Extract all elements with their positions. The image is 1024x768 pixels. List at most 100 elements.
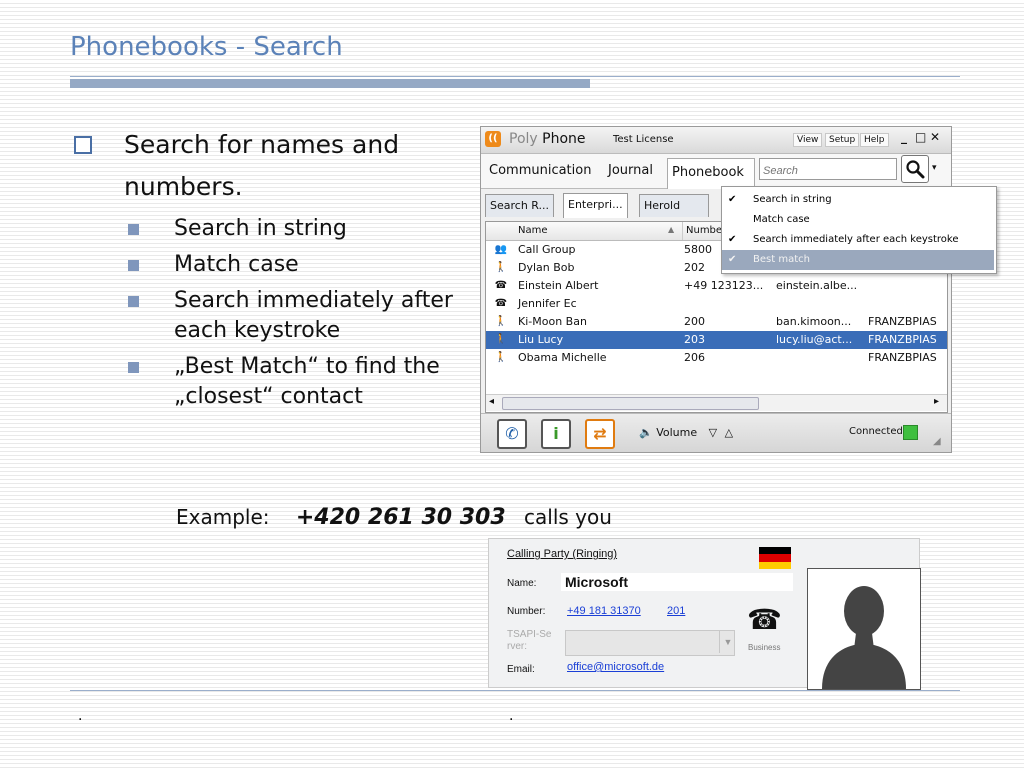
window-titlebar: (( Poly Phone Test License View Setup He… [481,127,951,154]
scroll-left-icon[interactable]: ◂ [489,396,494,407]
volume-up-icon[interactable]: △ [725,426,733,439]
cell-name: Obama Michelle [518,351,607,364]
info-button[interactable]: i [541,419,571,449]
menu-help[interactable]: Help [860,133,889,147]
menu-item-match-case[interactable]: Match case [722,210,994,230]
close-button[interactable]: ✕ [930,130,940,144]
dial-button[interactable]: ✆ [497,419,527,449]
menu-view[interactable]: View [793,133,823,147]
search-button[interactable] [901,155,929,183]
cell-number: 5800 [684,243,712,256]
cell-server: FRANZBPIAS [868,315,937,328]
resize-grip-icon[interactable]: ◢ [933,436,941,447]
table-row[interactable]: ☎ Jennifer Ec [486,295,947,313]
person-icon: 🚶 [494,334,508,345]
tab-communication[interactable]: Communication [489,163,591,178]
square-bullet-icon [128,224,139,235]
horizontal-scrollbar[interactable]: ◂ ▸ [486,394,947,411]
subtab-herold[interactable]: Herold [639,194,709,217]
caller-email-link[interactable]: office@microsoft.de [567,661,664,673]
volume-down-icon[interactable]: ▽ [709,426,717,439]
menu-item-label: Search in string [753,194,832,205]
flag-stripe [759,554,791,562]
caller-extension-link[interactable]: 201 [667,605,685,617]
sub-bullet-search-immediately: Search immediately after each keystroke [72,286,472,346]
scroll-right-icon[interactable]: ▸ [934,396,939,407]
telephone-icon: ☎ [747,604,782,635]
transfer-button[interactable]: ⇄ [585,419,615,449]
tsapi-server-select[interactable] [565,630,735,656]
scrollbar-thumb[interactable] [502,397,759,410]
column-header-name[interactable]: Name [518,225,548,236]
connection-status-indicator [903,425,918,440]
footer-dot-right: . [509,708,514,724]
connection-status-label: Connected [849,426,903,437]
tab-phonebook-label: Phonebook [672,165,744,180]
menu-item-label: Search immediately after each keystroke [753,234,959,245]
square-bullet-icon [128,296,139,307]
column-divider [682,222,683,240]
checkmark-icon: ✔ [728,254,737,265]
table-row-selected[interactable]: 🚶 Liu Lucy 203 lucy.liu@act... FRANZBPIA… [486,331,947,349]
polyphone-window: (( Poly Phone Test License View Setup He… [480,126,952,453]
cell-name: Call Group [518,243,576,256]
cell-number: +49 123123... [684,279,764,292]
cell-number: 206 [684,351,705,364]
contact-photo [807,568,921,690]
sort-ascending-icon: ▲ [668,225,675,234]
phone-icon: ☎ [494,280,508,291]
person-icon: 🚶 [494,316,508,327]
example-suffix: calls you [524,505,612,529]
slide-title: Phonebooks - Search [70,32,343,62]
avatar-silhouette-icon [822,586,906,689]
tab-journal[interactable]: Journal [608,163,653,178]
subtab-search-results[interactable]: Search R... [485,194,555,217]
license-label: Test License [613,134,674,145]
cell-name: Jennifer Ec [518,297,577,310]
person-icon: 🚶 [494,352,508,363]
chevron-down-icon[interactable]: ▼ [719,631,736,653]
cell-email: lucy.liu@act... [776,333,853,346]
checkmark-icon: ✔ [728,194,737,205]
sub-bullet-search-in-string: Search in string [72,214,472,244]
main-bullet: Search for names and numbers. [72,124,472,208]
phone-icon: ☎ [494,298,508,309]
menu-item-search-immediately[interactable]: ✔ Search immediately after each keystrok… [722,230,994,250]
cell-number: 200 [684,315,705,328]
square-bullet-icon [128,362,139,373]
cell-server: FRANZBPIAS [868,351,937,364]
search-input[interactable] [760,162,896,180]
handset-icon: ✆ [505,424,519,443]
cell-name: Liu Lucy [518,333,564,346]
minimize-button[interactable]: _ [901,130,907,144]
subtab-enterprise[interactable]: Enterpri... [563,193,628,218]
flag-stripe [759,561,791,569]
tsapi-server-label: TSAPI-Server: [507,629,552,652]
menu-item-best-match[interactable]: ✔ Best match [722,250,994,270]
footer-dot-left: . [78,708,83,724]
polyphone-logo-icon: (( [485,131,501,147]
search-options-menu: ✔ Search in string Match case ✔ Search i… [721,186,997,274]
speaker-icon: 🔈 [639,426,653,439]
number-label: Number: [507,606,546,617]
brand-part-phone: Phone [542,131,586,147]
menu-item-search-in-string[interactable]: ✔ Search in string [722,190,994,210]
transfer-icon: ⇄ [593,424,607,443]
volume-control[interactable]: 🔈 Volume ▽ △ [639,426,733,439]
caller-number-link[interactable]: +49 181 31370 [567,605,641,617]
person-icon: 🚶 [494,262,508,273]
menu-setup[interactable]: Setup [825,133,860,147]
sub-bullet-match-case: Match case [72,250,472,280]
maximize-button[interactable]: □ [915,130,926,144]
column-header-number[interactable]: Numbe [686,225,722,236]
table-row[interactable]: 🚶 Obama Michelle 206 FRANZBPIAS [486,349,947,367]
table-row[interactable]: 🚶 Ki-Moon Ban 200 ban.kimoon... FRANZBPI… [486,313,947,331]
info-icon: i [553,424,559,443]
menu-item-label: Best match [753,254,810,265]
table-row[interactable]: ☎ Einstein Albert +49 123123... einstein… [486,277,947,295]
app-brand: Poly Phone [509,131,586,147]
tab-phonebook[interactable]: Phonebook [667,158,755,189]
footer-rule [70,690,960,691]
title-rule [70,76,960,77]
search-options-dropdown-icon[interactable]: ▾ [932,163,937,173]
